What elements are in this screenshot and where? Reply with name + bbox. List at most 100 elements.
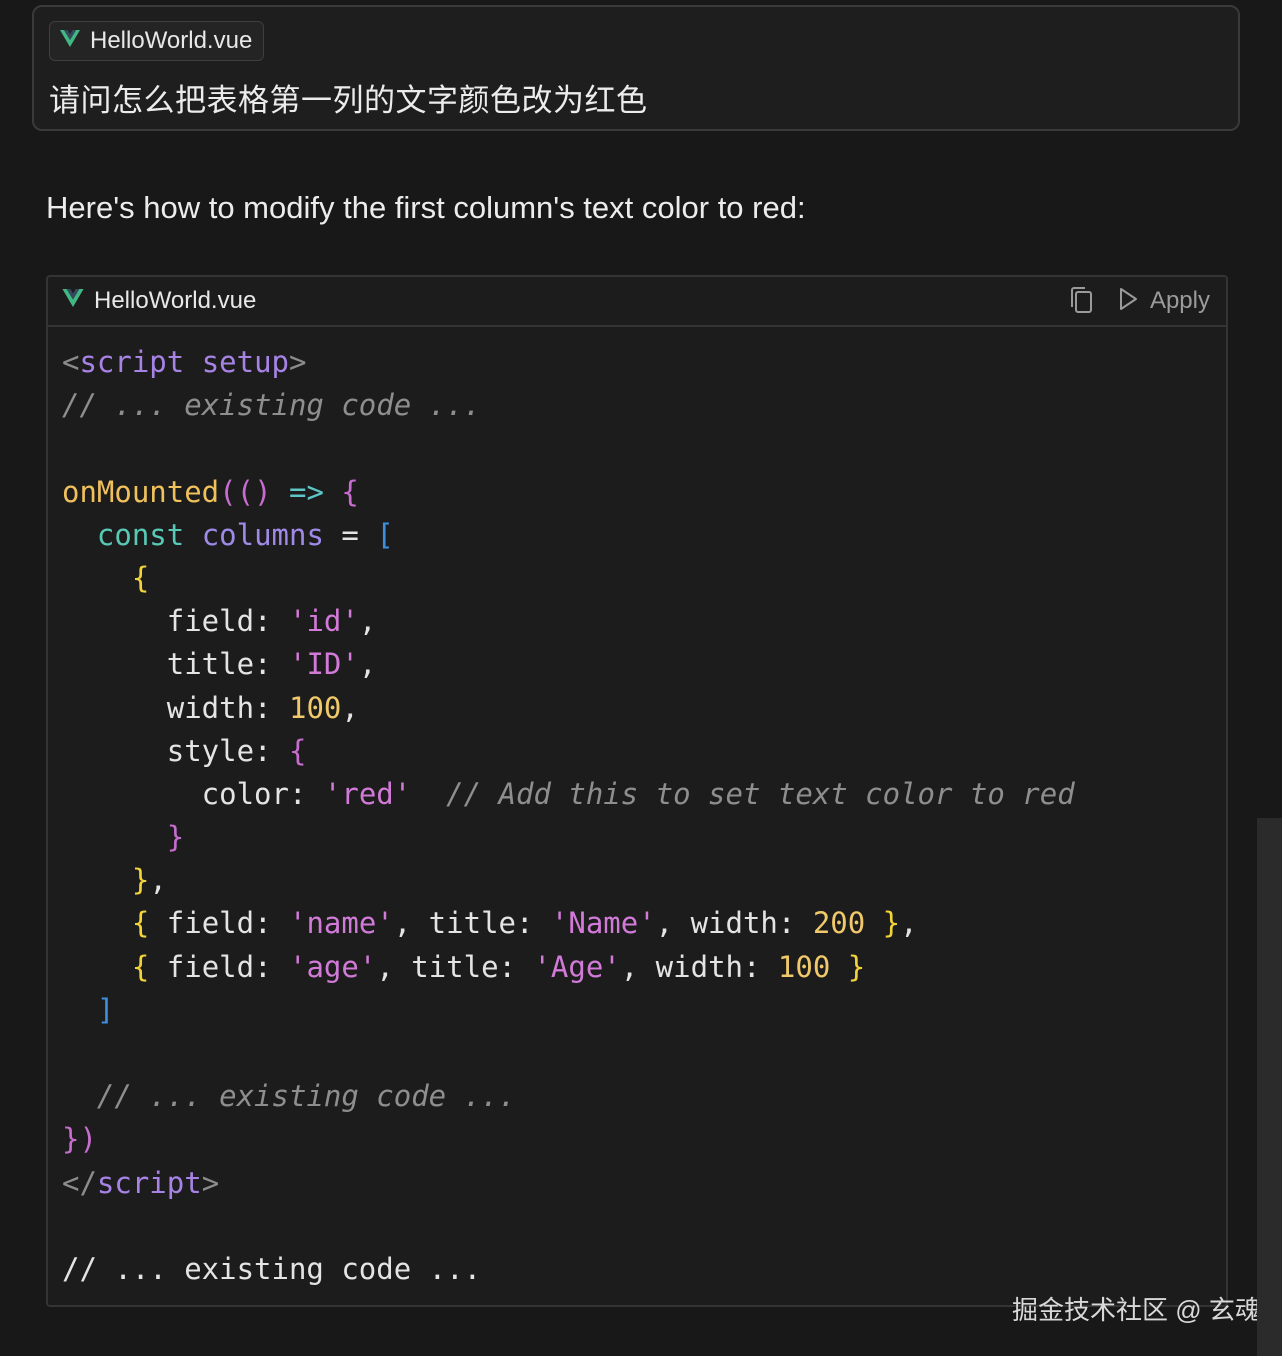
code-token: const [96,517,185,552]
code-content: <script setup>// ... existing code ... on… [62,341,1075,1291]
code-token: = [323,517,377,552]
code-token: } [882,906,901,941]
code-token: [ [376,517,394,552]
code-line: onMounted(() => { [62,471,1075,514]
code-token: setup [201,345,290,379]
code-line: </script> [62,1162,1075,1205]
code-token: }) [62,1122,97,1157]
code-token: color: [62,776,324,811]
code-token: 100 [288,690,342,725]
code-token: script [79,345,185,379]
watermark: 掘金技术社区 @ 玄魂 [1012,1295,1261,1325]
vue-icon [60,29,80,53]
code-token: // ... existing code ... [62,388,482,423]
code-line: // ... existing code ... [62,384,1075,427]
code-token: 'Age' [533,949,621,984]
code-line: <script setup> [62,341,1075,384]
code-token: field: [149,949,289,984]
code-file-label: HelloWorld.vue [62,287,256,315]
vue-icon [62,289,84,313]
apply-label: Apply [1149,287,1210,314]
user-question: 请问怎么把表格第一列的文字颜色改为红色 [49,83,648,118]
assistant-intro: Here's how to modify the first column's … [46,190,806,225]
code-token: 'Name' [550,906,656,941]
code-token: , [149,863,167,898]
play-icon [1118,287,1138,316]
code-token: columns [201,517,324,552]
code-token: onMounted [62,474,220,509]
code-line: ] [62,989,1075,1032]
code-token: , width: [620,949,778,984]
copy-icon[interactable] [1068,285,1096,317]
code-line: const columns = [ [62,514,1075,557]
code-block: HelloWorld.vue Apply <script setup>// ..… [46,275,1228,1307]
code-token: field: [149,906,289,941]
code-line: }) [62,1118,1075,1161]
code-token: , [358,647,377,682]
code-token: // Add this to set text color to red [446,776,1075,811]
code-token: < [62,345,80,379]
code-token: ( [219,474,237,509]
user-message: HelloWorld.vue 请问怎么把表格第一列的文字颜色改为红色 [32,5,1240,131]
code-token: { [131,560,150,595]
scrollbar[interactable] [1257,818,1282,1356]
code-line: title: 'ID', [62,643,1075,686]
code-line: field: 'id', [62,600,1075,643]
code-token: () [236,474,272,509]
code-token: 'ID' [288,647,359,682]
code-token: , [358,604,377,639]
code-token: { [131,949,150,984]
code-token: 'red' [323,776,412,811]
code-actions: Apply [1068,285,1210,317]
code-token: </ [62,1165,97,1200]
code-line: { field: 'age', title: 'Age', width: 100… [62,946,1075,989]
code-token: , width: [655,906,813,941]
code-token: } [166,820,185,855]
code-filename: HelloWorld.vue [94,287,257,314]
code-token: => [289,474,324,509]
code-line: { [62,557,1075,600]
code-line: width: 100, [62,687,1075,730]
code-line: // ... existing code ... [62,1075,1075,1118]
code-line: { field: 'name', title: 'Name', width: 2… [62,902,1075,945]
code-token: // ... existing code ... [96,1079,516,1114]
code-token: // ... existing code ... [62,1251,482,1286]
apply-button[interactable]: Apply [1118,287,1210,316]
code-token: > [289,345,307,379]
code-token: , title: [376,949,534,984]
file-chip[interactable]: HelloWorld.vue [49,21,265,61]
code-token: field: [62,604,289,639]
code-line: }, [62,859,1075,902]
code-line: color: 'red' // Add this to set text col… [62,773,1075,816]
code-line: } [62,816,1075,859]
code-token: { [341,474,359,509]
code-token: title: [62,647,289,682]
code-token: script [96,1165,202,1200]
code-token: , title: [393,906,551,941]
code-line: // ... existing code ... [62,1248,1075,1291]
code-token: { [131,906,150,941]
code-token: 100 [777,949,831,984]
code-token: 200 [812,906,866,941]
code-token: } [131,863,150,898]
code-token: > [201,1165,220,1200]
code-token: 'id' [288,604,359,639]
code-token: , [341,690,359,725]
code-token: width: [62,690,289,725]
